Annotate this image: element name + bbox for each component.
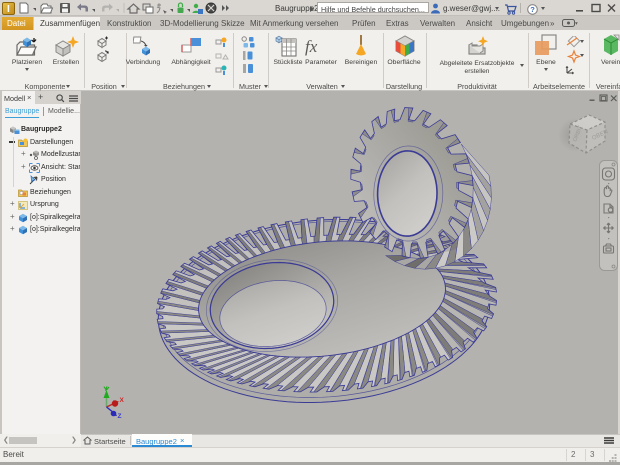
svg-text:?: ? [530,5,535,14]
